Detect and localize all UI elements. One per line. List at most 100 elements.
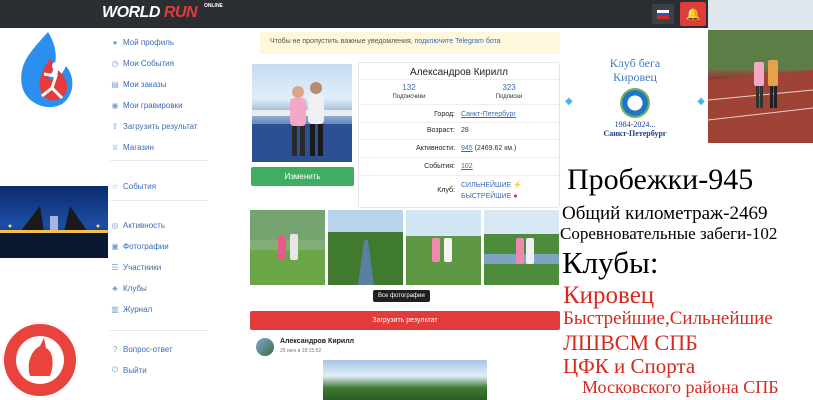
sidebar-item-profile[interactable]: ● Мой профиль xyxy=(110,35,174,49)
card-divider xyxy=(359,122,559,123)
clubs-icon: ♣ xyxy=(112,283,118,293)
cat-club-logo xyxy=(0,320,80,400)
bell-icon: 🔔 xyxy=(685,7,701,21)
photo-icon: ▣ xyxy=(111,241,119,251)
post-image[interactable] xyxy=(323,360,487,400)
users-icon: ☰ xyxy=(111,262,119,272)
sidebar-item-label: Мои заказы xyxy=(123,79,167,89)
club-link-strongest[interactable]: СИЛЬНЕЙШИЕ xyxy=(461,182,511,189)
sidebar-item-label: Фотографии xyxy=(123,241,169,251)
activity-label: Активности: xyxy=(416,145,455,152)
sidebar-item-label: События xyxy=(123,181,157,191)
logout-icon: ⏻ xyxy=(111,365,119,374)
sidebar-item-events[interactable]: ☆ События xyxy=(110,179,156,193)
logo-run-text: RUN xyxy=(163,4,198,21)
sidebar-item-label: Мои События xyxy=(123,58,174,68)
club-name-fastest-strongest: Быстрейшие,Сильнейшие xyxy=(563,308,773,329)
followers-count: 132 xyxy=(402,83,416,92)
card-divider xyxy=(359,104,559,105)
club-link-fastest[interactable]: БЫСТРЕЙШИЕ xyxy=(461,193,511,200)
club-links: СИЛЬНЕЙШИЕ ⚡ БЫСТРЕЙШИЕ ● xyxy=(461,180,522,202)
followers-label: Подписчики xyxy=(392,94,426,100)
following-count: 323 xyxy=(502,83,516,92)
events-icon: ◷ xyxy=(111,58,119,68)
sidebar-item-label: Магазин xyxy=(123,142,154,152)
profile-name: Александров Кирилл xyxy=(410,67,508,78)
following-stat[interactable]: 323 Подписки xyxy=(459,83,559,100)
club-name-cfk: ЦФК и Спорта xyxy=(563,354,696,378)
photo-thumb[interactable] xyxy=(484,210,559,285)
runs-count-text: Пробежки-945 xyxy=(567,163,754,196)
sidebar-item-upload[interactable]: ⇪ Загрузить результат xyxy=(110,119,198,133)
events-label: События: xyxy=(424,163,455,170)
journal-icon: ▥ xyxy=(111,304,119,314)
sidebar-item-logout[interactable]: ⏻ Выйти xyxy=(110,363,147,377)
language-flag-button[interactable] xyxy=(652,4,674,24)
club-emblem-icon xyxy=(620,88,650,118)
total-km-text: Общий километраж-2469 xyxy=(562,203,768,224)
edit-profile-button[interactable]: Изменить xyxy=(251,167,354,186)
shop-icon: ♕ xyxy=(111,142,119,152)
club-badge-icon: ● xyxy=(513,193,518,200)
club-kirovets-badge: Клуб бега Кировец ◆ ◆ 1984-2024... Санкт… xyxy=(565,56,705,156)
avatar[interactable] xyxy=(256,338,274,356)
sidebar-item-photos[interactable]: ▣ Фотографии xyxy=(110,239,169,253)
activity-link[interactable]: 945 xyxy=(461,145,473,152)
diamond-icon: ◆ xyxy=(565,95,573,107)
club-city: Санкт-Петербург xyxy=(603,129,667,138)
sidebar-item-journal[interactable]: ▥ Журнал xyxy=(110,302,152,316)
sidebar-item-shop[interactable]: ♕ Магазин xyxy=(110,140,154,154)
sidebar-item-activity[interactable]: ◎ Активность xyxy=(110,218,166,232)
followers-stat[interactable]: 132 Подписчики xyxy=(359,83,459,100)
track-photo xyxy=(708,0,813,143)
sidebar-item-faq[interactable]: ? Вопрос-ответ xyxy=(110,342,173,356)
card-divider xyxy=(359,79,559,80)
upload-result-button[interactable]: Загрузить результат xyxy=(250,311,560,330)
events-link[interactable]: 102 xyxy=(461,163,473,170)
sidebar-item-label: Активность xyxy=(123,220,166,230)
city-label: Город: xyxy=(434,111,455,118)
following-label: Подписки xyxy=(495,94,523,100)
city-link[interactable]: Санкт-Петербург xyxy=(461,111,516,118)
profile-photo[interactable] xyxy=(252,64,352,162)
all-photos-tooltip[interactable]: Все фотографии xyxy=(373,290,430,302)
sidebar-item-engravings[interactable]: ◉ Мои гравировки xyxy=(110,98,183,112)
logo-world-text: WORLD xyxy=(102,4,160,21)
orders-icon: ▤ xyxy=(111,79,119,89)
sidebar-item-participants[interactable]: ☰ Участники xyxy=(110,260,161,274)
age-value: 28 xyxy=(461,127,469,134)
clubs-heading: Клубы: xyxy=(562,245,659,280)
photo-thumb[interactable] xyxy=(250,210,325,285)
post-date: 25 июн в 18:15:52 xyxy=(280,348,322,354)
sidebar-item-label: Журнал xyxy=(123,304,153,314)
club-name-lshvsm: ЛШВСМ СПБ xyxy=(563,330,698,355)
photo-thumb[interactable] xyxy=(328,210,403,285)
club-name-kirovets: Кировец xyxy=(563,282,655,309)
club-title-line2: Кировец xyxy=(613,70,657,84)
telegram-bot-link[interactable]: подключите Telegram бота xyxy=(415,38,501,45)
club-years: 1984-2024... xyxy=(614,120,656,129)
age-label: Возраст: xyxy=(426,127,455,134)
worldrun-logo[interactable]: WORLD RUN ONLINE xyxy=(102,3,223,22)
card-divider xyxy=(359,139,559,140)
notifications-button[interactable]: 🔔 xyxy=(680,2,706,26)
page: WORLD RUN ONLINE 🔔 ● Мой профиль ◷ Мои С… xyxy=(0,0,813,400)
logo-online-text: ONLINE xyxy=(204,3,223,9)
activity-icon: ◎ xyxy=(111,220,119,230)
activity-km: (2469.62 км.) xyxy=(474,145,517,152)
club-name-moscow-district: Московского района СПБ xyxy=(582,377,779,397)
sidebar-item-clubs[interactable]: ♣ Клубы xyxy=(110,281,146,295)
top-navbar: WORLD RUN ONLINE 🔔 xyxy=(0,0,708,28)
sidebar-item-orders[interactable]: ▤ Мои заказы xyxy=(110,77,166,91)
races-count-text: Соревновательные забеги-102 xyxy=(560,224,778,243)
bridge-night-photo xyxy=(0,186,108,258)
sidebar-item-my-events[interactable]: ◷ Мои События xyxy=(110,56,174,70)
sidebar-item-label: Вопрос-ответ xyxy=(123,344,173,354)
post-author[interactable]: Александров Кирилл xyxy=(280,338,354,345)
star-icon: ☆ xyxy=(111,181,119,191)
photo-thumb[interactable] xyxy=(406,210,481,285)
sidebar-divider xyxy=(110,330,208,331)
profile-icon: ● xyxy=(112,37,118,47)
upload-icon: ⇪ xyxy=(111,121,119,131)
engraving-icon: ◉ xyxy=(111,100,119,110)
